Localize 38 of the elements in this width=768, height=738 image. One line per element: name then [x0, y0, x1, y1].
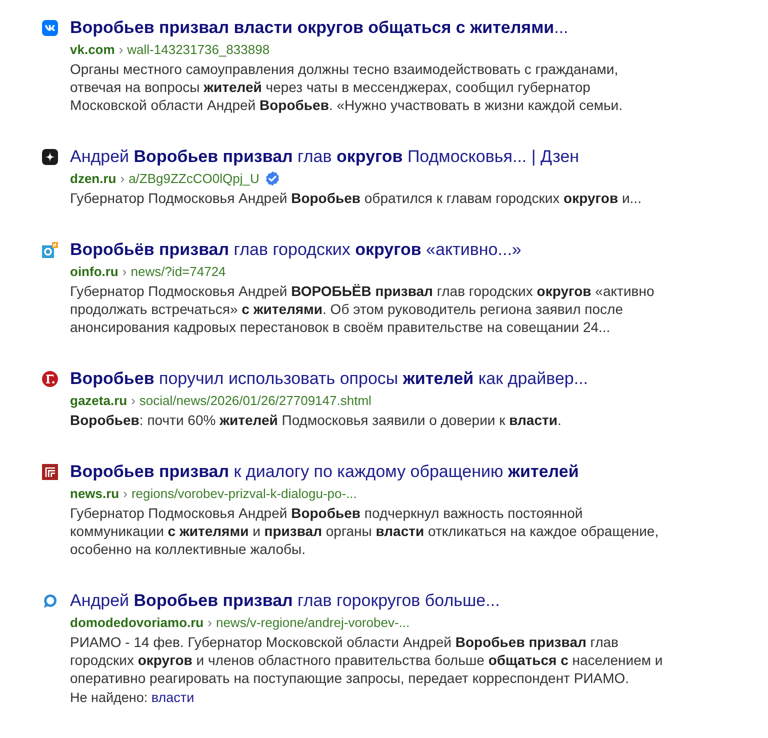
domain-link[interactable]: dzen.ru	[70, 168, 116, 189]
domain-link[interactable]: vk.com	[70, 39, 115, 60]
url-path-link[interactable]: wall-143231736_833898	[127, 39, 270, 60]
favicon-icon	[42, 371, 58, 387]
missing-term-link[interactable]: власти	[151, 690, 194, 705]
breadcrumb-separator: ›	[208, 614, 212, 632]
favicon-icon	[42, 464, 58, 480]
result-snippet: Воробьев: почти 60% жителей Подмосковья заявили о доверии к власти.	[70, 411, 562, 429]
domain-link[interactable]: oinfo.ru	[70, 261, 118, 282]
result-title-link[interactable]: Воробьёв призвал глав городских округов «активно...»	[70, 239, 522, 261]
breadcrumb-separator: ›	[122, 263, 127, 281]
not-found-label: Не найдено:	[70, 690, 148, 705]
url-path-link[interactable]: social/news/2026/01/26/27709147.shtml	[139, 390, 372, 411]
result-title-link[interactable]: Воробьев призвал власти округов общаться с жителями...	[70, 17, 568, 39]
result-title-link[interactable]: Андрей Воробьев призвал глав горокругов больше...	[70, 590, 500, 612]
breadcrumb-separator: ›	[123, 485, 128, 503]
result-title-link[interactable]: Воробьев поручил использовать опросы жителей как драйвер...	[70, 368, 588, 390]
result-snippet: Губернатор Подмосковья Андрей ВОРОБЬЁВ призвал глав городских округов «активно продолжать встречаться» с жителями. Об этом руководитель региона заявил после анонсирования кадровых перестановок в своём правительстве на совещании 24...	[70, 282, 656, 336]
result-title-link[interactable]: Андрей Воробьев призвал глав округов Подмосковья... | Дзен	[70, 146, 580, 168]
favicon-icon	[42, 20, 58, 36]
breadcrumb-separator: ›	[118, 41, 124, 59]
url-path-link[interactable]: news/?id=74724	[130, 261, 226, 282]
result-snippet: Губернатор Подмосковья Андрей Воробьев подчеркнул важность постоянной коммуникации с жителями и призвал органы власти откликаться на каждое обращение, особенно на коллективные жалобы.	[70, 504, 660, 558]
favicon-icon	[42, 149, 58, 165]
result-snippet: Органы местного самоуправления должны тесно взаимодействовать с гражданами, отвечая на вопросы жителей через чаты в мессенджерах, сообщил губернатор Московской области Андрей Воробьев. «Нужно участвовать в жизни каждой семьи.	[70, 60, 624, 114]
domain-link[interactable]: news.ru	[70, 483, 120, 504]
favicon-icon	[42, 593, 58, 609]
result-snippet: РИАМО - 14 фев. Губернатор Московской области Андрей Воробьев призвал глав городских округов и членов областного правительства больше общаться с населением и оперативно реагировать на поступающие запросы, передает корреспондент РИАМО.	[70, 633, 664, 687]
breadcrumb-separator: ›	[120, 170, 125, 188]
result-title-link[interactable]: Воробьев призвал к диалогу по каждому обращению жителей	[70, 461, 579, 483]
result-snippet: Губернатор Подмосковья Андрей Воробьев обратился к главам городских округов и...	[70, 189, 642, 207]
domain-link[interactable]: gazeta.ru	[70, 390, 128, 411]
url-path-link[interactable]: a/ZBg9ZZcCO0lQpj_U	[128, 168, 260, 189]
url-path-link[interactable]: news/v-regione/andrej-vorobev-...	[216, 612, 410, 633]
url-path-link[interactable]: regions/vorobev-prizval-k-dialogu-po-...	[131, 483, 357, 504]
favicon-icon	[42, 242, 58, 258]
breadcrumb-separator: ›	[131, 392, 136, 410]
domain-link[interactable]: domodedovoriamo.ru	[70, 612, 204, 633]
